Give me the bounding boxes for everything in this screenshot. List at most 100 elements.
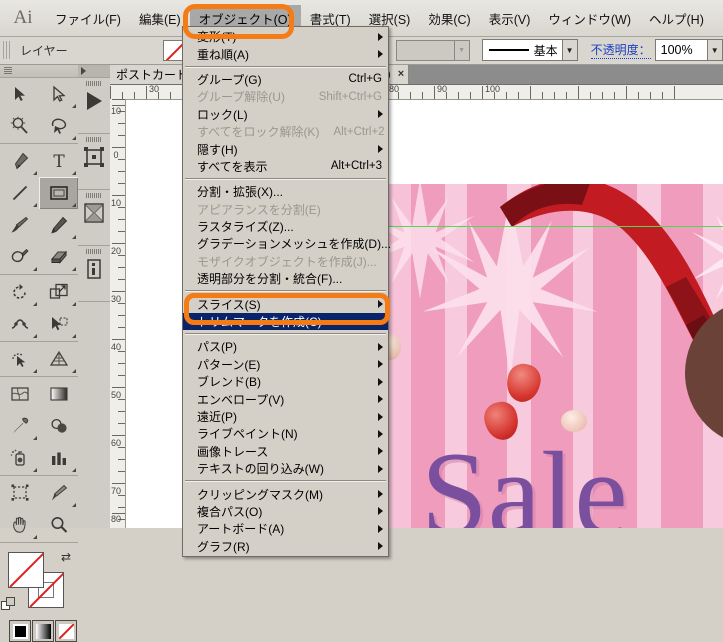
tools-grid[interactable]: T bbox=[0, 78, 78, 544]
blob-brush-tool[interactable] bbox=[0, 241, 39, 273]
menu-file[interactable]: ファイル(F) bbox=[46, 5, 130, 32]
color-mode-button[interactable] bbox=[9, 620, 31, 642]
opacity-label[interactable]: 不透明度： bbox=[591, 41, 651, 59]
menu-effect[interactable]: 効果(C) bbox=[419, 5, 479, 32]
menu-item[interactable]: 透明部分を分割・統合(F)... bbox=[183, 270, 388, 287]
free-transform-tool[interactable] bbox=[39, 308, 78, 340]
artboard-artwork[interactable]: 15% OFF Sale bbox=[385, 184, 723, 528]
menu-item[interactable]: 複合パス(O) bbox=[183, 503, 388, 520]
hand-tool[interactable] bbox=[0, 509, 39, 541]
menu-item[interactable]: アートボード(A) bbox=[183, 520, 388, 537]
menu-item[interactable]: パス(P) bbox=[183, 338, 388, 355]
stroke-profile-combo[interactable]: 基本 ▼ bbox=[482, 39, 578, 61]
menu-item[interactable]: テキストの回り込み(W) bbox=[183, 460, 388, 477]
control-panel-grip[interactable] bbox=[3, 41, 12, 59]
fill-mode-buttons[interactable] bbox=[0, 620, 78, 642]
zoom-tool[interactable] bbox=[39, 509, 78, 541]
menu-item[interactable]: ロック(L) bbox=[183, 106, 388, 123]
line-segment-tool[interactable] bbox=[0, 177, 39, 209]
menu-item: モザイクオブジェクトを作成(J)... bbox=[183, 253, 388, 270]
menu-item[interactable]: ブレンド(B) bbox=[183, 373, 388, 390]
info-icon[interactable] bbox=[83, 258, 105, 280]
panel-grip[interactable] bbox=[86, 193, 102, 198]
slice-tool[interactable] bbox=[39, 477, 78, 509]
opacity-value[interactable]: 100% bbox=[656, 43, 693, 57]
artboard-tool[interactable] bbox=[0, 477, 39, 509]
menu-item[interactable]: パターン(E) bbox=[183, 356, 388, 373]
shape-builder-tool[interactable] bbox=[0, 343, 39, 375]
eraser-tool[interactable] bbox=[39, 241, 78, 273]
panel-grip[interactable] bbox=[86, 249, 102, 254]
tools-panel[interactable]: T bbox=[0, 64, 79, 528]
perspective-grid-tool[interactable] bbox=[39, 343, 78, 375]
menu-item[interactable]: クリッピングマスク(M) bbox=[183, 485, 388, 502]
object-dropdown-menu[interactable]: 変形(T)重ね順(A)グループ(G)Ctrl+Gグループ解除(U)Shift+C… bbox=[182, 26, 389, 557]
stroke-weight-combo[interactable]: ▼ bbox=[396, 40, 470, 61]
type-tool[interactable]: T bbox=[39, 145, 78, 177]
none-mode-button[interactable] bbox=[55, 620, 77, 642]
gradient-tool[interactable] bbox=[39, 378, 78, 410]
hourglass-icon[interactable] bbox=[82, 202, 106, 224]
column-graph-tool[interactable] bbox=[39, 442, 78, 474]
pen-tool[interactable] bbox=[0, 145, 39, 177]
default-fill-stroke-icon[interactable] bbox=[1, 597, 16, 612]
opacity-input[interactable]: 100% ▼ bbox=[655, 39, 723, 61]
menu-window[interactable]: ウィンドウ(W) bbox=[539, 5, 640, 32]
menu-item[interactable]: すべてを表示Alt+Ctrl+3 bbox=[183, 158, 388, 175]
menu-item[interactable]: トリムマークを作成(C) bbox=[183, 313, 388, 330]
tool-divider bbox=[0, 274, 78, 275]
info-control[interactable] bbox=[78, 246, 110, 302]
menu-item[interactable]: 隠す(H) bbox=[183, 140, 388, 157]
tools-panel-header[interactable] bbox=[0, 64, 78, 78]
gradient-mode-button[interactable] bbox=[32, 620, 54, 642]
mesh-tool[interactable] bbox=[0, 378, 39, 410]
menu-item[interactable]: 分割・拡張(X)... bbox=[183, 183, 388, 200]
menu-edit[interactable]: 編集(E) bbox=[130, 5, 190, 32]
close-icon[interactable]: × bbox=[398, 68, 404, 80]
vertical-ruler[interactable]: 10 0 10 20 30 40 50 60 70 80 bbox=[110, 99, 126, 528]
eyedropper-tool[interactable] bbox=[0, 410, 39, 442]
collapse-icon[interactable] bbox=[4, 67, 12, 74]
secondary-panel[interactable] bbox=[78, 64, 111, 528]
chevron-down-icon[interactable]: ▼ bbox=[562, 40, 577, 60]
symbol-sprayer-tool[interactable] bbox=[0, 442, 39, 474]
align-control[interactable] bbox=[78, 190, 110, 246]
menu-help[interactable]: ヘルプ(H) bbox=[640, 5, 713, 32]
menu-item[interactable]: 重ね順(A) bbox=[183, 45, 388, 62]
chevron-down-icon[interactable]: ▼ bbox=[707, 40, 722, 60]
direct-selection-tool[interactable] bbox=[39, 78, 78, 110]
menu-item[interactable]: ライブペイント(N) bbox=[183, 425, 388, 442]
menu-item[interactable]: グラフ(R) bbox=[183, 538, 388, 555]
width-tool[interactable] bbox=[0, 308, 39, 340]
selection-tool[interactable] bbox=[0, 78, 39, 110]
menu-item[interactable]: エンベロープ(V) bbox=[183, 390, 388, 407]
paintbrush-tool[interactable] bbox=[0, 209, 39, 241]
fill-stroke-controls[interactable]: ⇄ bbox=[0, 546, 78, 618]
menu-item: アピアランスを分割(E) bbox=[183, 201, 388, 218]
menu-item[interactable]: グラデーションメッシュを作成(D)... bbox=[183, 235, 388, 252]
rectangle-tool[interactable] bbox=[39, 177, 78, 209]
lasso-tool[interactable] bbox=[39, 110, 78, 142]
menu-item[interactable]: スライス(S) bbox=[183, 295, 388, 312]
menu-item[interactable]: ラスタライズ(Z)... bbox=[183, 218, 388, 235]
blend-tool[interactable] bbox=[39, 410, 78, 442]
menu-item[interactable]: 画像トレース bbox=[183, 443, 388, 460]
triangle-icon[interactable] bbox=[82, 90, 106, 112]
secondary-panel-header[interactable] bbox=[78, 64, 110, 78]
chevron-down-icon[interactable]: ▼ bbox=[454, 41, 469, 60]
pencil-tool[interactable] bbox=[39, 209, 78, 241]
transform-control[interactable] bbox=[78, 134, 110, 190]
rotate-tool[interactable] bbox=[0, 276, 39, 308]
menu-item[interactable]: グループ(G)Ctrl+G bbox=[183, 71, 388, 88]
panel-grip[interactable] bbox=[86, 137, 102, 142]
magic-wand-tool[interactable] bbox=[0, 110, 39, 142]
panel-grip[interactable] bbox=[86, 81, 102, 86]
menu-view[interactable]: 表示(V) bbox=[480, 5, 540, 32]
scale-tool[interactable] bbox=[39, 276, 78, 308]
menu-item[interactable]: 遠近(P) bbox=[183, 408, 388, 425]
bounding-box-icon[interactable] bbox=[82, 146, 106, 168]
fill-swatch[interactable] bbox=[8, 552, 44, 588]
menu-item[interactable]: 変形(T) bbox=[183, 28, 388, 45]
swap-fill-stroke-icon[interactable]: ⇄ bbox=[61, 550, 71, 564]
play-control[interactable] bbox=[78, 78, 110, 134]
